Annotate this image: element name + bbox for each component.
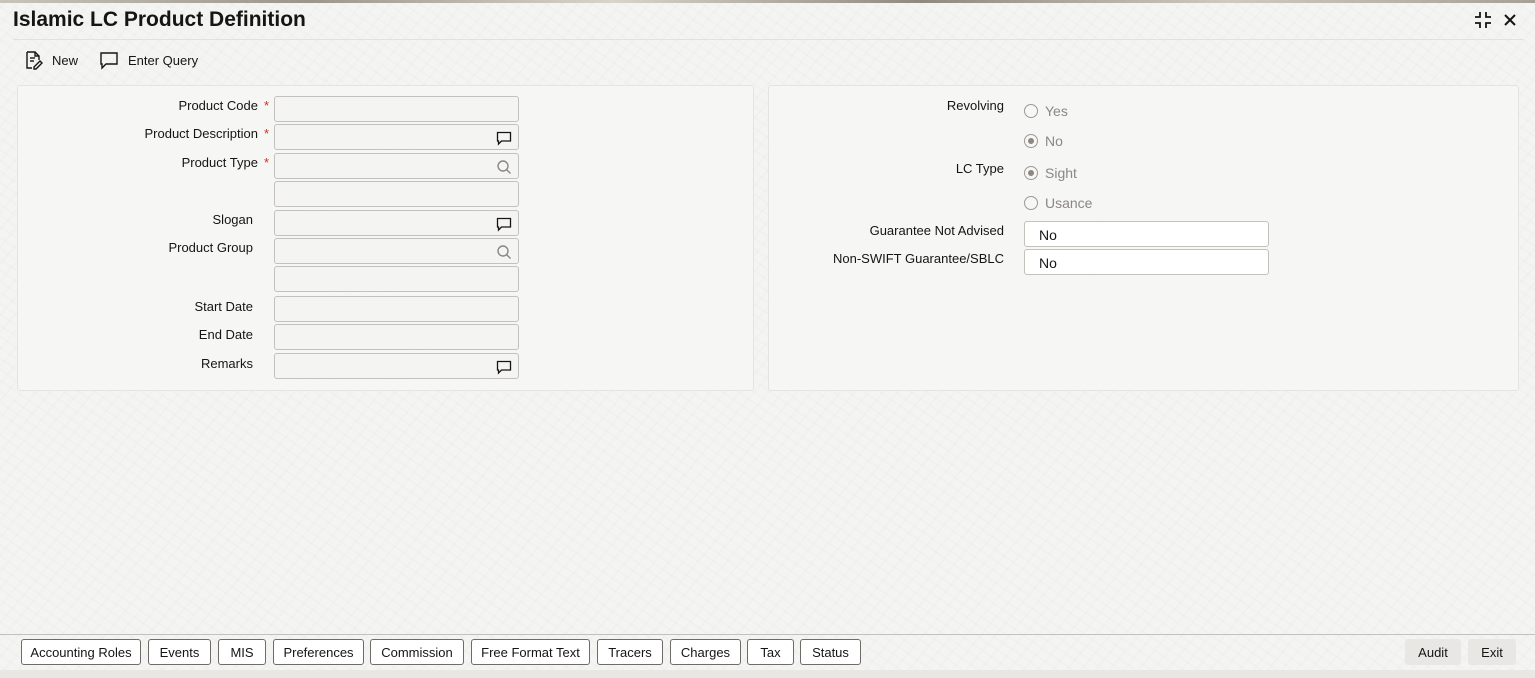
lc-type-sight-label: Sight <box>1045 165 1077 181</box>
new-button-label: New <box>52 52 79 68</box>
free-format-text-button[interactable]: Free Format Text <box>471 639 590 665</box>
product-options-panel: Revolving Yes No LC Type Sight Usance Gu… <box>768 85 1519 391</box>
product-group-input[interactable] <box>274 238 519 264</box>
end-date-label: End Date <box>198 327 253 342</box>
remarks-label: Remarks <box>200 356 253 371</box>
product-code-input[interactable] <box>274 96 519 122</box>
product-group-description-field <box>274 266 519 292</box>
start-date-label: Start Date <box>194 299 253 314</box>
chat-bubble-icon <box>99 50 119 70</box>
required-marker: * <box>263 155 269 170</box>
required-marker: * <box>263 126 269 141</box>
tax-button[interactable]: Tax <box>747 639 794 665</box>
close-icon[interactable] <box>1499 9 1521 31</box>
radio-unchecked-icon <box>1024 104 1038 118</box>
top-decorative-strip <box>0 0 1535 3</box>
mis-button[interactable]: MIS <box>218 639 266 665</box>
comment-icon[interactable] <box>496 216 512 232</box>
lc-type-label: LC Type <box>955 161 1004 176</box>
radio-unchecked-icon <box>1024 196 1038 210</box>
header-divider <box>13 39 1523 40</box>
footer-band <box>0 670 1535 678</box>
lc-type-usance-label: Usance <box>1045 195 1093 211</box>
start-date-input[interactable] <box>274 296 519 322</box>
comment-icon[interactable] <box>496 130 512 146</box>
enter-query-label: Enter Query <box>128 52 199 68</box>
revolving-label: Revolving <box>946 98 1004 113</box>
status-button[interactable]: Status <box>800 639 861 665</box>
product-type-input[interactable] <box>274 153 519 179</box>
product-group-label: Product Group <box>168 240 253 255</box>
product-type-label: Product Type * <box>181 155 269 170</box>
product-details-panel: Product Code * Product Description * Produ… <box>17 85 754 391</box>
search-icon[interactable] <box>496 159 512 175</box>
audit-button[interactable]: Audit <box>1405 639 1461 665</box>
revolving-yes-label: Yes <box>1045 103 1068 119</box>
revolving-no-radio[interactable]: No <box>1024 133 1063 149</box>
new-button[interactable]: New <box>23 49 78 71</box>
non-swift-guarantee-select[interactable]: No <box>1024 249 1269 275</box>
product-type-description-field <box>274 181 519 207</box>
exit-button[interactable]: Exit <box>1468 639 1516 665</box>
search-icon[interactable] <box>496 244 512 260</box>
guarantee-not-advised-select[interactable]: No <box>1024 221 1269 247</box>
product-description-input[interactable] <box>274 124 519 150</box>
collapse-icon[interactable] <box>1472 9 1494 31</box>
commission-button[interactable]: Commission <box>370 639 464 665</box>
events-button[interactable]: Events <box>148 639 211 665</box>
revolving-no-label: No <box>1045 133 1063 149</box>
preferences-button[interactable]: Preferences <box>273 639 364 665</box>
radio-checked-icon <box>1024 166 1038 180</box>
radio-checked-icon <box>1024 134 1038 148</box>
enter-query-button[interactable]: Enter Query <box>99 49 198 71</box>
end-date-input[interactable] <box>274 324 519 350</box>
footer-divider <box>0 634 1535 635</box>
lc-type-usance-radio[interactable]: Usance <box>1024 195 1092 211</box>
lc-type-sight-radio[interactable]: Sight <box>1024 165 1077 181</box>
guarantee-not-advised-label: Guarantee Not Advised <box>869 223 1004 238</box>
slogan-input[interactable] <box>274 210 519 236</box>
product-description-label: Product Description * <box>144 126 269 141</box>
comment-icon[interactable] <box>496 359 512 375</box>
slogan-label: Slogan <box>212 212 253 227</box>
remarks-input[interactable] <box>274 353 519 379</box>
page-title: Islamic LC Product Definition <box>13 8 306 31</box>
non-swift-guarantee-label: Non-SWIFT Guarantee/SBLC <box>833 251 1004 266</box>
new-document-icon <box>23 50 43 70</box>
tracers-button[interactable]: Tracers <box>597 639 663 665</box>
product-code-label: Product Code * <box>178 98 269 113</box>
revolving-yes-radio[interactable]: Yes <box>1024 103 1068 119</box>
charges-button[interactable]: Charges <box>670 639 741 665</box>
accounting-roles-button[interactable]: Accounting Roles <box>21 639 141 665</box>
required-marker: * <box>263 98 269 113</box>
